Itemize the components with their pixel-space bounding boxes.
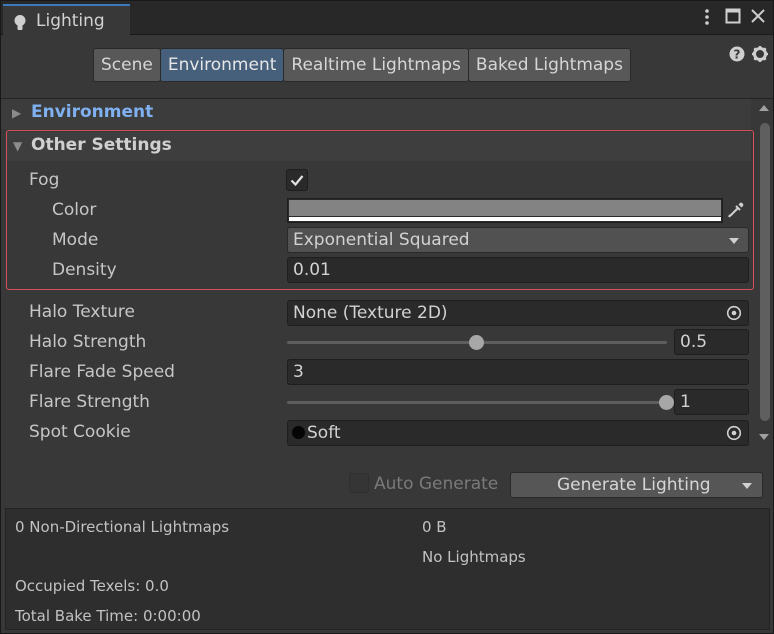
svg-text:?: ? xyxy=(734,48,741,62)
fog-mode-value: Exponential Squared xyxy=(293,230,470,250)
object-picker-icon[interactable] xyxy=(726,425,742,441)
fog-density-input[interactable]: 0.01 xyxy=(287,257,749,283)
maximize-icon[interactable] xyxy=(725,8,741,24)
fog-mode-label: Mode xyxy=(52,230,99,250)
lightmap-stats-panel: 0 Non-Directional Lightmaps 0 B No Light… xyxy=(5,508,770,630)
halo-strength-slider-thumb[interactable] xyxy=(469,335,484,350)
settings-gear-icon[interactable] xyxy=(752,46,768,62)
flare-strength-label: Flare Strength xyxy=(29,392,150,412)
help-icon[interactable]: ? xyxy=(729,46,745,62)
environment-foldout[interactable]: ▶ Environment xyxy=(1,99,751,129)
fog-density-label: Density xyxy=(52,260,117,280)
spot-cookie-value: Soft xyxy=(307,423,341,443)
spot-cookie-label: Spot Cookie xyxy=(29,422,131,442)
scroll-down-arrow-icon[interactable] xyxy=(758,432,770,442)
other-settings-foldout[interactable]: ▼ Other Settings xyxy=(7,132,751,161)
occupied-texels: Occupied Texels: 0.0 xyxy=(15,577,169,595)
flare-fade-speed-input[interactable]: 3 xyxy=(287,359,749,385)
tab-scene[interactable]: Scene xyxy=(93,48,161,82)
object-picker-icon[interactable] xyxy=(726,305,742,321)
fog-color-field[interactable] xyxy=(287,198,723,223)
flare-strength-slider-thumb[interactable] xyxy=(659,395,674,410)
auto-generate-label: Auto Generate xyxy=(374,474,499,494)
lightmap-size: 0 B xyxy=(422,518,447,536)
halo-texture-value: None (Texture 2D) xyxy=(293,303,448,323)
other-settings-label: Other Settings xyxy=(31,135,172,155)
fog-checkbox[interactable] xyxy=(286,169,308,191)
lighting-window: Lighting Scene Environment Realtime Ligh… xyxy=(1,1,773,633)
generate-lighting-label: Generate Lighting xyxy=(557,475,711,495)
no-lightmaps-text: No Lightmaps xyxy=(422,548,526,566)
fog-mode-dropdown[interactable]: Exponential Squared xyxy=(287,227,749,253)
window-title: Lighting xyxy=(36,11,105,31)
fog-label: Fog xyxy=(29,170,60,190)
lightmap-count: 0 Non-Directional Lightmaps xyxy=(15,518,230,536)
generate-lighting-button[interactable]: Generate Lighting xyxy=(510,472,763,498)
foldout-collapsed-icon: ▶ xyxy=(12,106,22,120)
auto-generate-checkbox[interactable] xyxy=(349,473,369,493)
chevron-down-icon xyxy=(742,483,752,489)
fog-color-label: Color xyxy=(52,200,97,220)
halo-strength-input[interactable]: 0.5 xyxy=(674,329,749,355)
foldout-expanded-icon: ▼ xyxy=(13,139,23,153)
flare-strength-input[interactable]: 1 xyxy=(674,389,749,415)
close-icon[interactable] xyxy=(750,8,766,24)
eyedropper-icon[interactable] xyxy=(725,199,747,221)
halo-strength-label: Halo Strength xyxy=(29,332,147,352)
flare-strength-slider[interactable] xyxy=(287,401,667,404)
more-options-icon[interactable] xyxy=(701,8,713,26)
environment-section-label: Environment xyxy=(31,102,154,122)
tab-environment[interactable]: Environment xyxy=(159,48,285,82)
lighting-tab[interactable]: Lighting xyxy=(3,4,130,35)
alpha-bar xyxy=(289,217,721,221)
halo-texture-field[interactable]: None (Texture 2D) xyxy=(287,300,749,326)
tab-baked-lightmaps[interactable]: Baked Lightmaps xyxy=(467,48,631,82)
lighting-tabs: Scene Environment Realtime Lightmaps Bak… xyxy=(93,48,631,82)
flare-fade-speed-label: Flare Fade Speed xyxy=(29,362,175,382)
scrollbar-thumb[interactable] xyxy=(760,123,770,421)
cookie-texture-icon xyxy=(292,426,305,439)
color-swatch xyxy=(289,200,721,216)
checkmark-icon xyxy=(290,175,304,187)
halo-texture-label: Halo Texture xyxy=(29,302,135,322)
spot-cookie-field[interactable]: Soft xyxy=(287,420,749,446)
tab-realtime-lightmaps[interactable]: Realtime Lightmaps xyxy=(283,48,469,82)
lightbulb-icon xyxy=(14,15,26,30)
title-bar: Lighting xyxy=(1,1,773,35)
scroll-up-arrow-icon[interactable] xyxy=(758,103,770,113)
chevron-down-icon xyxy=(729,238,739,244)
total-bake-time: Total Bake Time: 0:00:00 xyxy=(15,607,201,625)
